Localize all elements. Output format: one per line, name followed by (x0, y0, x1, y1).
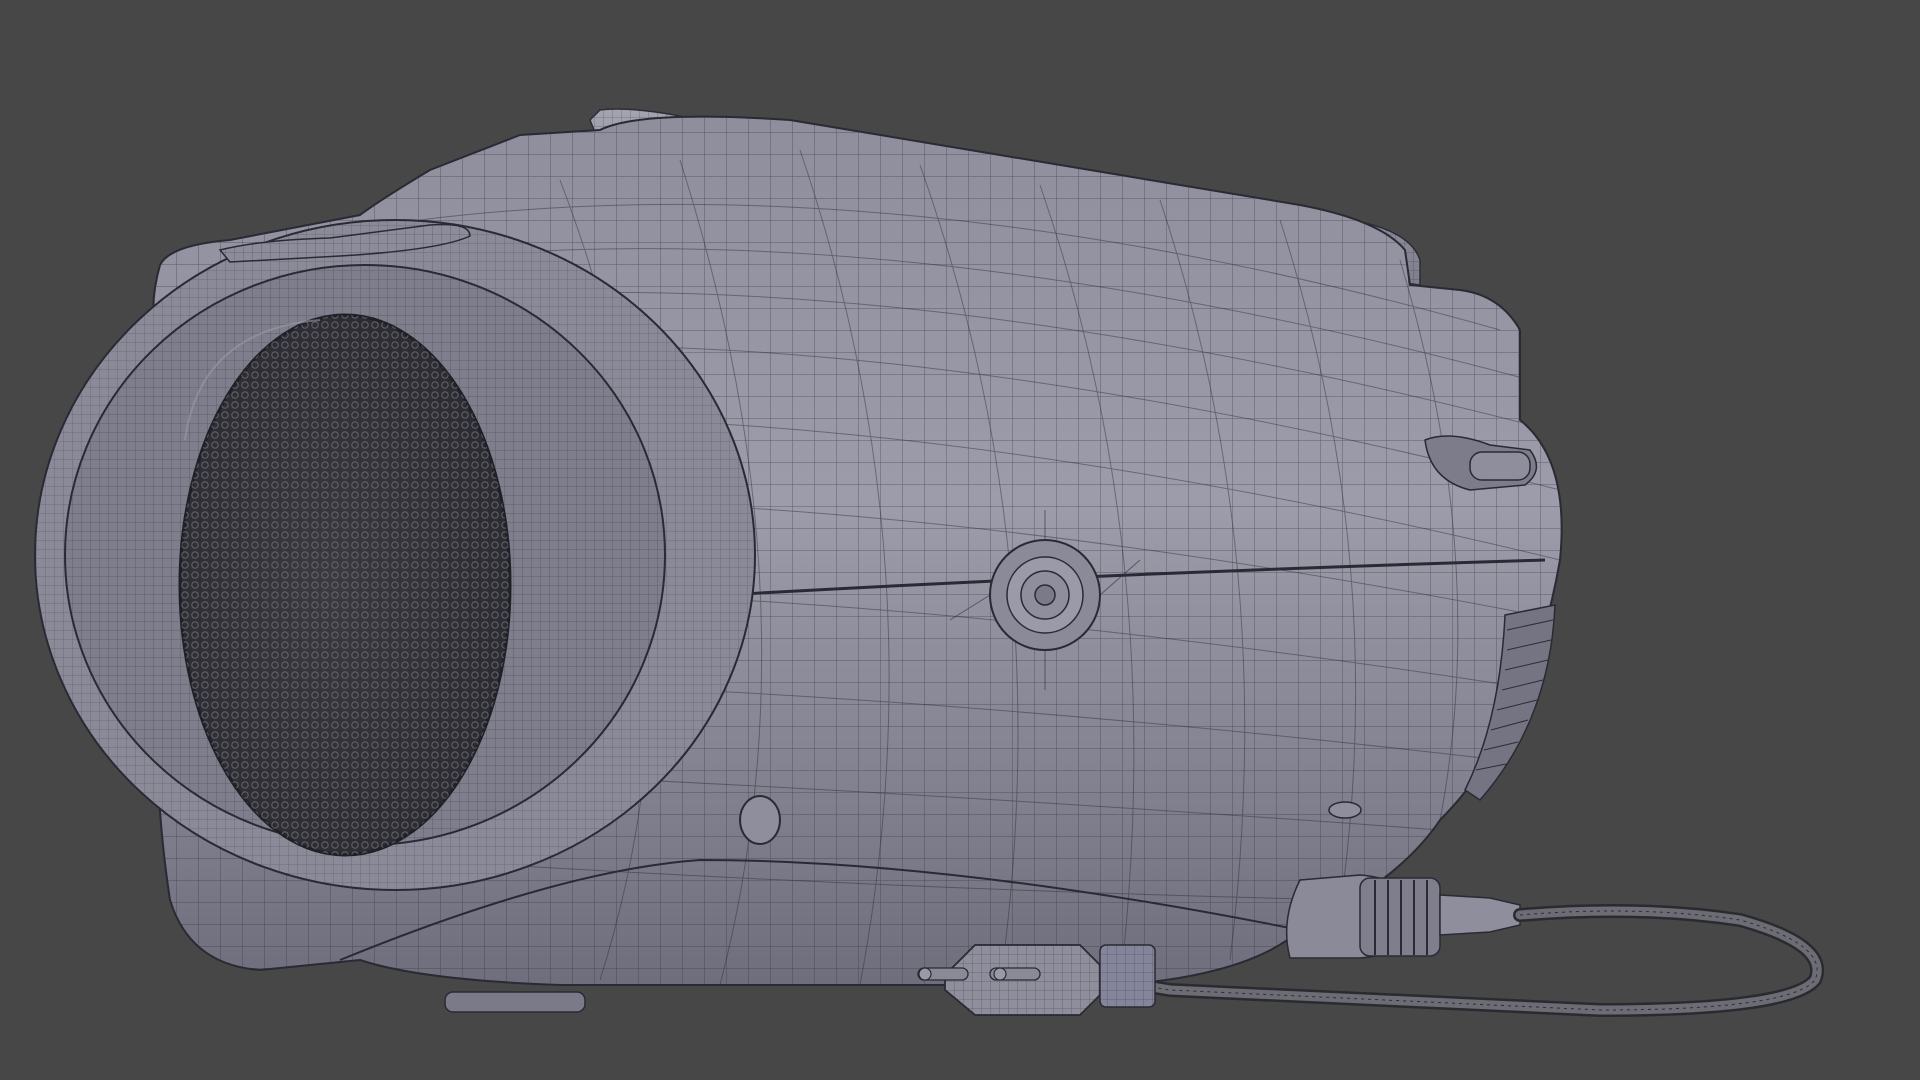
speaker-grille (178, 313, 512, 857)
aux-connector (1285, 874, 1521, 959)
front-foot (444, 991, 586, 1013)
3d-viewport (0, 0, 1920, 1080)
radio-render (34, 108, 1824, 1018)
